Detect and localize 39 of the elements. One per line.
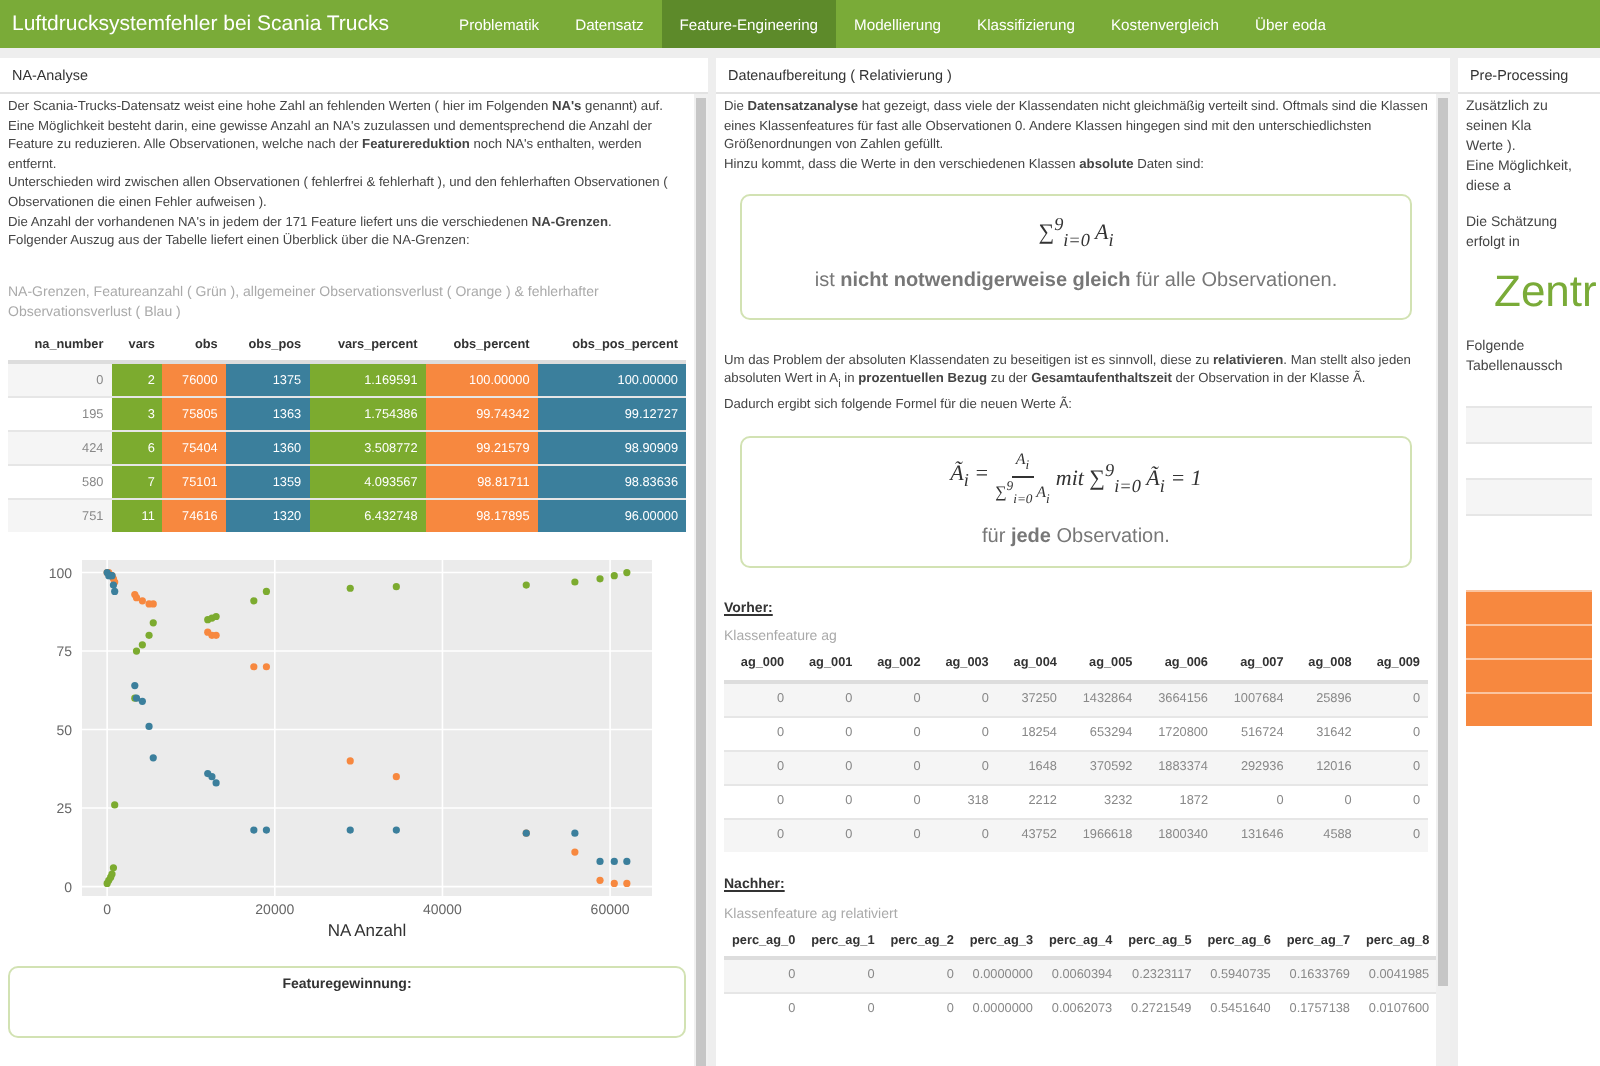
formula: ∑$^{9}$$_{i=0}$ A$_{i}$	[1036, 216, 1116, 252]
formula-caption: ist nicht notwendigerweise gleich für alle Observationen.	[812, 267, 1340, 294]
data-point	[570, 849, 578, 857]
data-point	[609, 572, 617, 580]
data-point	[622, 569, 630, 577]
data-point	[391, 827, 399, 835]
site-title[interactable]: Luftdrucksystemfehler bei Scania Trucks	[8, 0, 409, 48]
data-point	[391, 583, 399, 591]
data-point	[622, 858, 630, 866]
data-point	[249, 597, 257, 606]
scrollbar[interactable]	[694, 94, 708, 1066]
data-point	[570, 579, 578, 587]
data-point	[130, 682, 138, 690]
data-point	[521, 582, 529, 590]
scrollbar[interactable]	[1436, 94, 1450, 1066]
data-point	[595, 575, 603, 584]
axis-title: NA Anzahl	[326, 920, 406, 941]
data-point	[595, 877, 603, 885]
data-point	[345, 585, 353, 593]
data-point	[261, 588, 269, 596]
data-point	[110, 802, 118, 810]
data-point	[345, 758, 353, 766]
data-point	[261, 663, 269, 672]
data-point	[622, 880, 630, 888]
data-point	[595, 858, 603, 866]
data-point	[249, 663, 257, 672]
data-point	[249, 827, 257, 835]
data-point	[609, 880, 617, 888]
data-point	[570, 830, 578, 838]
formula: Ã$_{i}$ = A$_{i}$ ∑$^{9}$$_{i=0}$ A$_{i}$ mit ∑$^{9}$$_{i=0}$ Ã$_{i}$ = 1	[947, 449, 1204, 508]
formula-caption: für jede Observation.	[980, 523, 1172, 550]
data-point	[261, 827, 269, 835]
data-point	[148, 619, 156, 628]
data-point	[345, 827, 353, 835]
data-point	[391, 773, 399, 781]
highlight-text: Zentr	[1494, 266, 1592, 318]
data-point	[609, 858, 617, 866]
data-point	[148, 754, 156, 763]
data-point	[144, 723, 152, 731]
